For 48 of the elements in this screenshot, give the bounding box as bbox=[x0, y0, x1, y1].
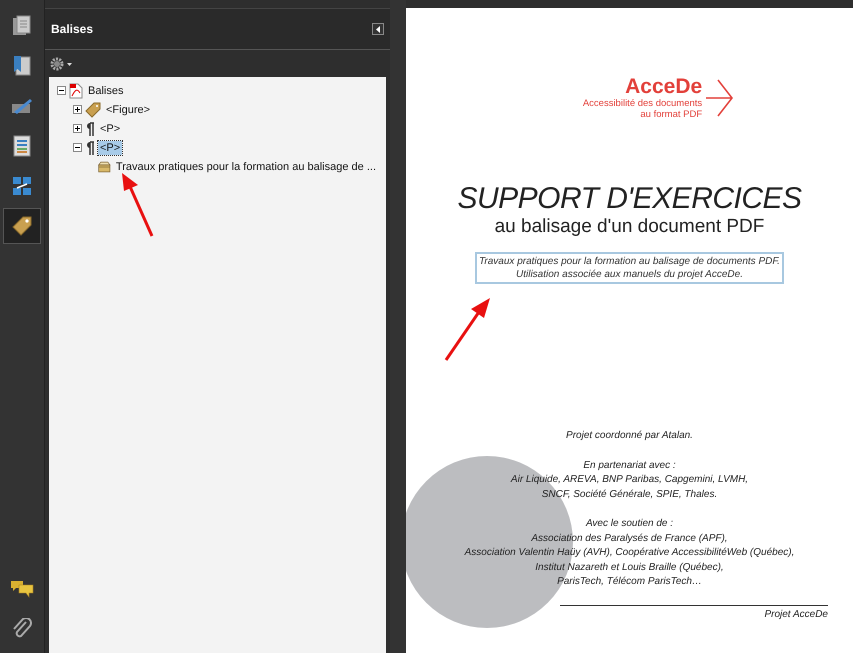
pages-icon bbox=[12, 15, 32, 37]
text-line: Institut Nazareth et Louis Braille (Québec), bbox=[535, 560, 724, 574]
collapse-arrow-icon bbox=[376, 26, 380, 32]
document-subtitle: au balisage d'un document PDF bbox=[494, 216, 764, 238]
page-footer: Projet AcceDe bbox=[764, 608, 828, 620]
panel-title: Balises bbox=[51, 22, 94, 36]
text-line: Avec le soutien de : bbox=[586, 517, 674, 531]
diagram-icon bbox=[12, 176, 32, 196]
logo-tagline: Accessibilité des documents bbox=[582, 98, 702, 109]
logo-name: AcceDe bbox=[625, 76, 702, 98]
document-icon bbox=[13, 135, 31, 157]
highlighted-text: Travaux pratiques pour la formation au balisage de documents PDF. bbox=[479, 255, 780, 268]
sidebar-tab[interactable] bbox=[3, 208, 41, 244]
tree-item[interactable]: Balises bbox=[86, 84, 126, 98]
highlighted-text: Utilisation associée aux manuels du projet AcceDe. bbox=[516, 268, 743, 281]
text-line: En partenariat avec : bbox=[583, 458, 676, 472]
paperclip-icon bbox=[12, 618, 32, 640]
collapse-icon[interactable] bbox=[57, 86, 66, 95]
collapse-panel-button[interactable] bbox=[372, 23, 384, 35]
options-menu-button[interactable] bbox=[50, 56, 74, 70]
tag-icon bbox=[85, 102, 101, 118]
expand-icon[interactable] bbox=[73, 124, 82, 133]
splitter-handle[interactable] bbox=[390, 0, 406, 653]
tree-item[interactable]: Travaux pratiques pour la formation au balisage de ... bbox=[114, 160, 378, 174]
pilcrow-icon bbox=[85, 120, 95, 136]
document-title: SUPPORT D'EXERCICES bbox=[457, 182, 802, 216]
text-line: Air Liquide, AREVA, BNP Paribas, Capgemini, LVMH, bbox=[510, 473, 748, 487]
tree-item[interactable]: <P> bbox=[98, 140, 122, 154]
tree-item[interactable]: <Figure> bbox=[104, 102, 152, 116]
box-icon bbox=[98, 158, 111, 174]
text-line: Association Valentin Haüy (AVH), Coopérative AccessibilitéWeb (Québec), bbox=[464, 546, 794, 560]
arrow-logo-icon bbox=[704, 78, 734, 118]
tree-item[interactable]: <P> bbox=[98, 122, 122, 136]
annotation-arrow bbox=[443, 297, 493, 363]
pilcrow-icon bbox=[85, 140, 95, 156]
collapse-icon[interactable] bbox=[73, 143, 82, 152]
text-line: Projet coordonné par Atalan. bbox=[566, 429, 693, 443]
expand-icon[interactable] bbox=[73, 105, 82, 114]
text-line: SNCF, Société Générale, SPIE, Thales. bbox=[542, 488, 718, 502]
pen-icon bbox=[11, 96, 33, 116]
tag-icon bbox=[11, 215, 33, 237]
logo-tagline: au format PDF bbox=[640, 109, 702, 120]
speech-bubbles-icon bbox=[10, 579, 34, 599]
bookmark-page-icon bbox=[12, 55, 32, 77]
gear-icon bbox=[50, 56, 74, 70]
pdf-file-icon bbox=[69, 82, 83, 98]
text-line: Association des Paralysés de France (APF), bbox=[531, 532, 728, 546]
text-line: ParisTech, Télécom ParisTech… bbox=[557, 575, 702, 589]
